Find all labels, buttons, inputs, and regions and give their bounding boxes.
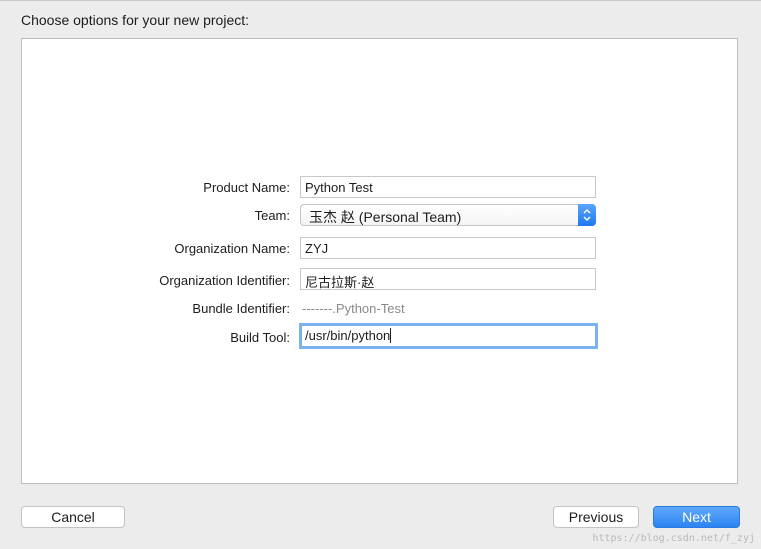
- options-panel: [21, 38, 738, 484]
- text-cursor: [390, 328, 392, 343]
- watermark: https://blog.csdn.net/f_zyj: [592, 533, 755, 544]
- team-select-value: 玉杰 赵 (Personal Team): [309, 209, 462, 225]
- product-name-label: Product Name:: [203, 180, 290, 195]
- organization-identifier-label: Organization Identifier:: [159, 273, 290, 288]
- organization-identifier-field[interactable]: 尼古拉斯·赵: [300, 268, 596, 290]
- cancel-button[interactable]: Cancel: [21, 506, 125, 528]
- bundle-identifier-label: Bundle Identifier:: [192, 301, 290, 316]
- bundle-identifier-value: -------.Python-Test: [302, 301, 405, 316]
- page-title: Choose options for your new project:: [21, 12, 250, 28]
- build-tool-label: Build Tool:: [230, 330, 290, 345]
- up-down-chevron-icon[interactable]: [578, 204, 596, 226]
- window-top-border: [0, 0, 761, 1]
- build-tool-field[interactable]: /usr/bin/python: [299, 323, 598, 349]
- team-select[interactable]: 玉杰 赵 (Personal Team): [300, 204, 596, 226]
- organization-name-field[interactable]: ZYJ: [300, 237, 596, 259]
- next-button[interactable]: Next: [653, 506, 740, 528]
- build-tool-value: /usr/bin/python: [305, 328, 391, 343]
- product-name-field[interactable]: Python Test: [300, 176, 596, 198]
- organization-name-label: Organization Name:: [174, 241, 290, 256]
- previous-button[interactable]: Previous: [553, 506, 639, 528]
- team-label: Team:: [254, 208, 290, 223]
